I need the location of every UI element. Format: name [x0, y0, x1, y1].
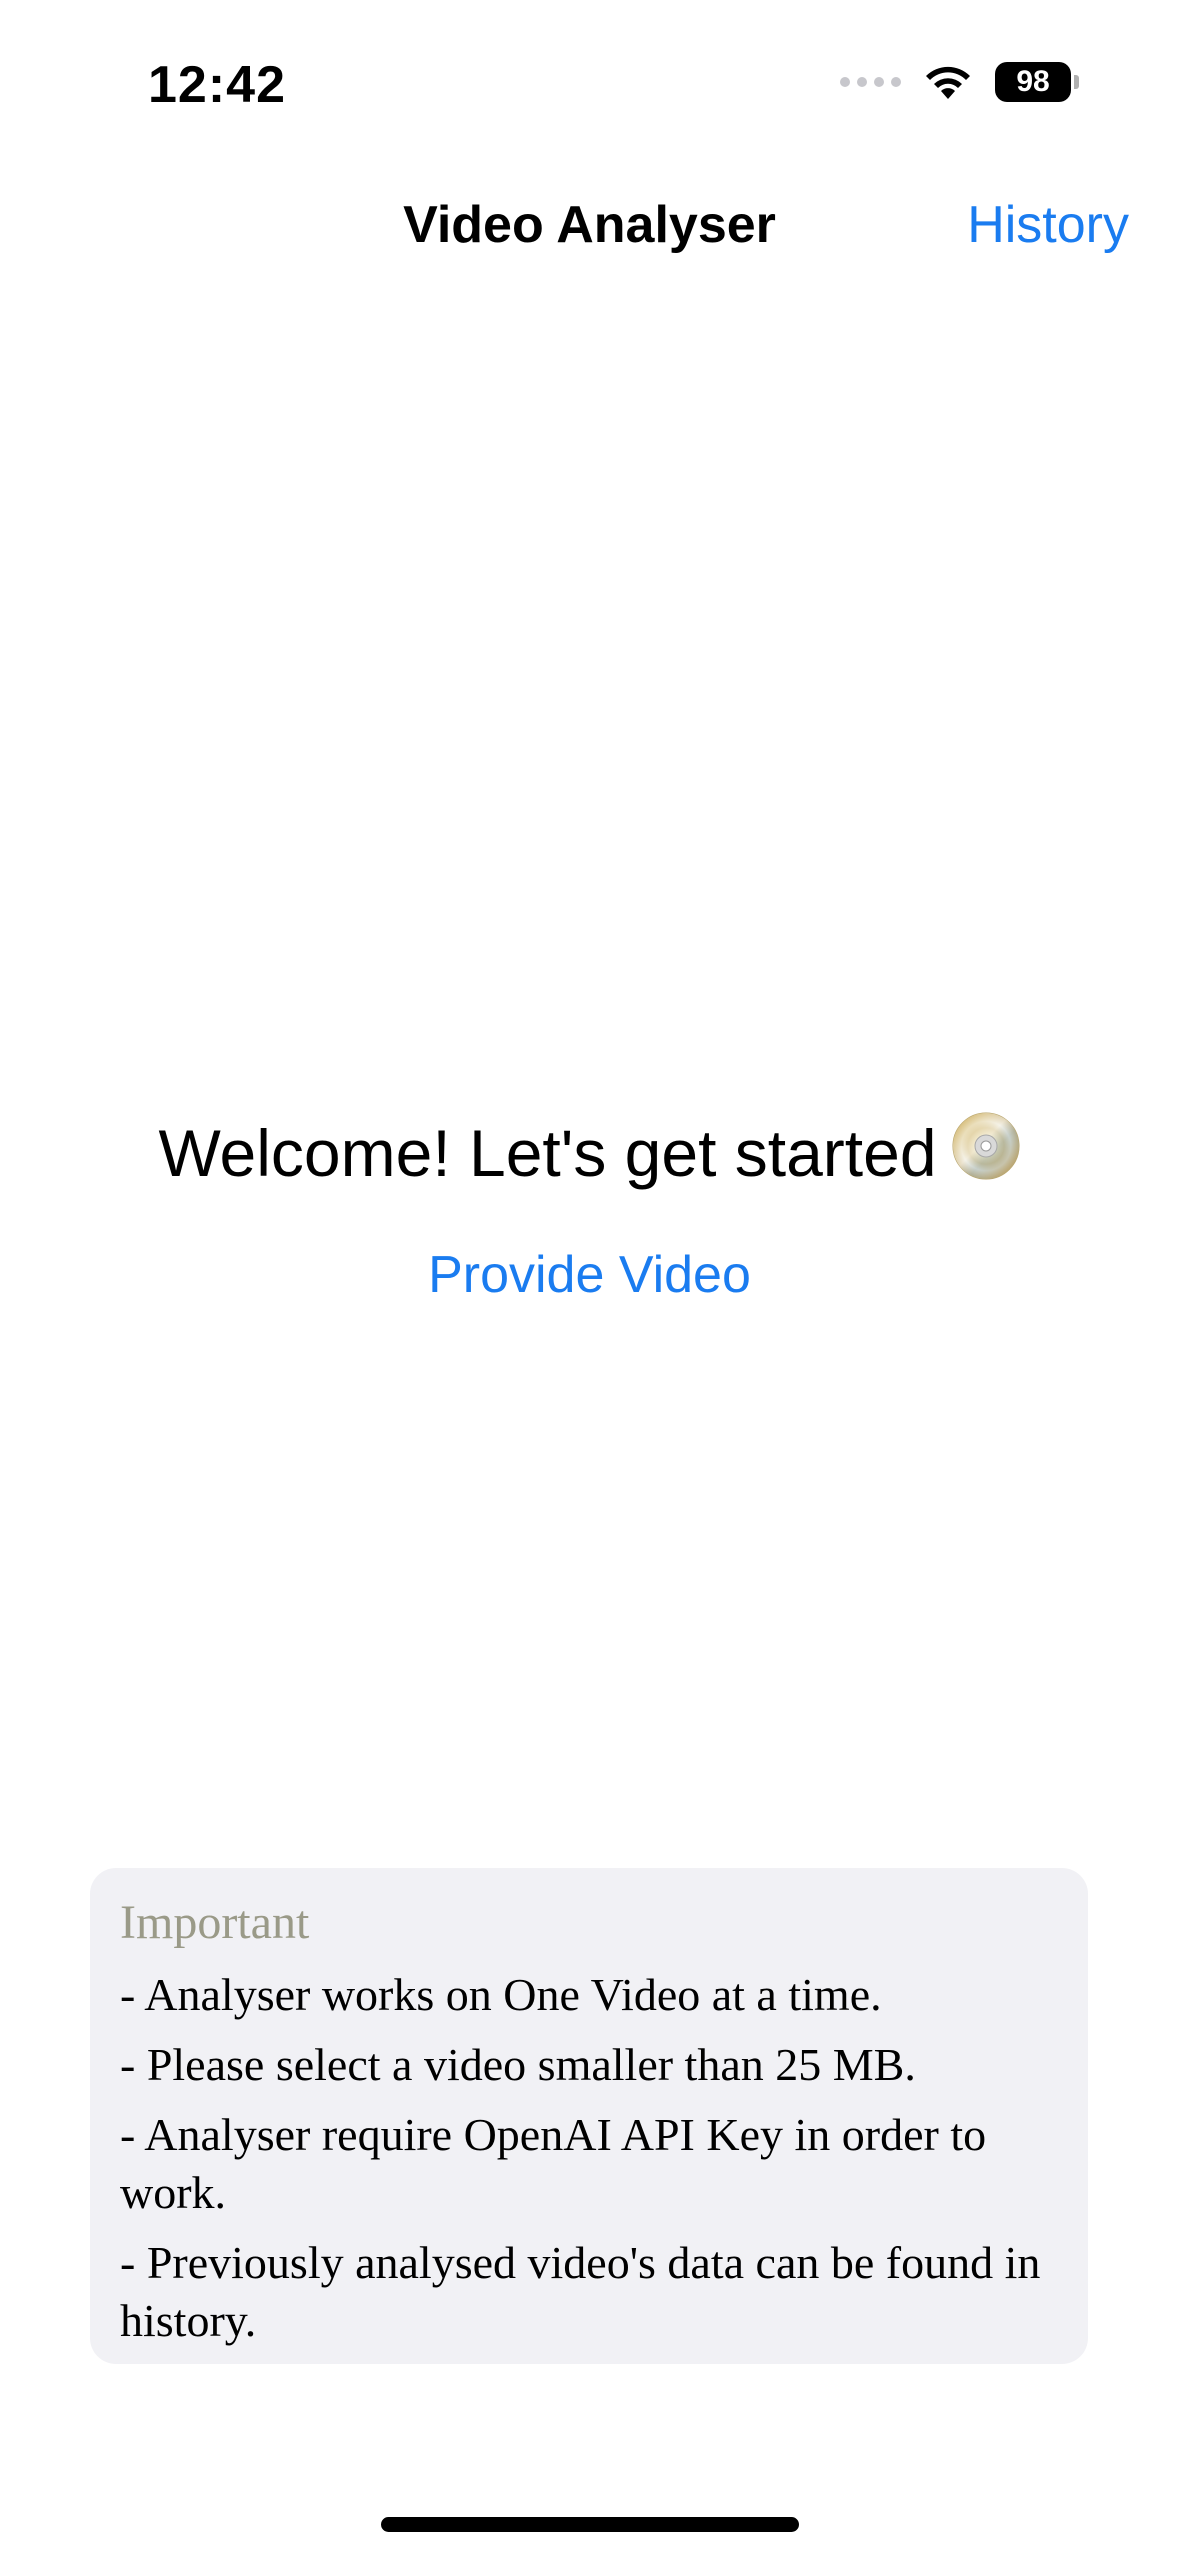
important-info-card: Important - Analyser works on One Video …: [90, 1868, 1088, 2364]
cellular-signal-icon: [840, 77, 901, 87]
info-line-one-video: - Analyser works on One Video at a time.: [120, 1969, 882, 2020]
history-button[interactable]: History: [967, 195, 1129, 255]
info-line-size-limit: - Please select a video smaller than 25 …: [120, 2039, 916, 2090]
welcome-message: Welcome! Let's get started: [0, 1112, 1179, 1196]
status-time: 12:42: [148, 56, 286, 114]
info-line-history: - Previously analysed video's data can b…: [120, 2237, 1041, 2346]
provide-video-button[interactable]: Provide Video: [0, 1245, 1179, 1305]
welcome-text: Welcome! Let's get started: [158, 1116, 937, 1190]
battery-icon: 98: [995, 62, 1079, 102]
status-indicators: 98: [840, 62, 1079, 102]
info-heading: Important: [120, 1896, 310, 1949]
home-indicator[interactable]: [381, 2517, 799, 2532]
info-line-api-key: - Analyser require OpenAI API Key in ord…: [120, 2109, 987, 2218]
wifi-icon: [923, 63, 973, 101]
battery-level: 98: [995, 62, 1071, 102]
dvd-disc-icon: [951, 1111, 1021, 1196]
